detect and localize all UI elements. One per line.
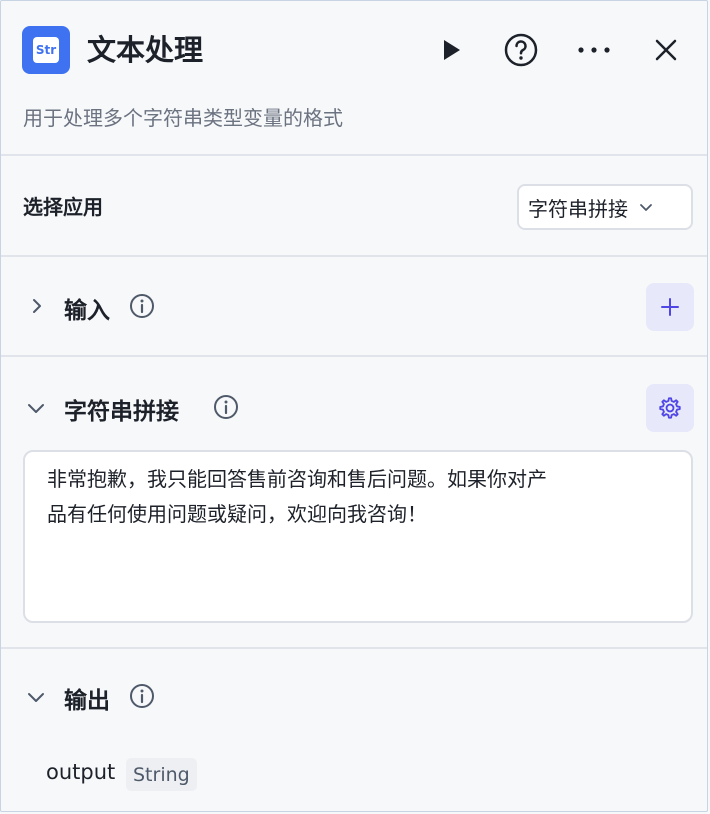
chevron-down-icon[interactable] — [24, 685, 48, 709]
close-icon — [655, 39, 677, 61]
more-button[interactable] — [574, 30, 614, 70]
app-icon-label: Str — [33, 37, 59, 63]
divider — [1, 647, 707, 649]
text-processing-panel: Str 文本处理 用于处理多个字符串类型变量的格式 选择应用 字符串拼接 输入 … — [0, 0, 708, 812]
play-icon — [444, 40, 460, 60]
divider — [1, 255, 707, 257]
input-section-title: 输入 — [64, 298, 110, 324]
plus-icon — [661, 298, 679, 316]
output-type-badge: String — [126, 758, 197, 791]
output-section-title: 输出 — [64, 688, 110, 714]
page-title: 文本处理 — [87, 33, 204, 67]
info-icon[interactable] — [213, 394, 239, 420]
concat-text-line: 品有任何使用问题或疑问，欢迎向我咨询！ — [47, 502, 427, 526]
run-button[interactable] — [431, 30, 471, 70]
divider — [1, 355, 707, 357]
info-icon[interactable] — [129, 293, 155, 319]
divider — [1, 154, 707, 156]
help-button[interactable] — [501, 30, 541, 70]
chevron-down-icon — [638, 199, 654, 215]
close-button[interactable] — [646, 30, 686, 70]
concat-section-title: 字符串拼接 — [64, 399, 179, 425]
chevron-right-icon[interactable] — [25, 294, 49, 318]
select-app-label: 选择应用 — [23, 195, 103, 219]
app-select-value: 字符串拼接 — [528, 196, 628, 221]
panel-header: Str 文本处理 — [1, 1, 707, 97]
add-input-button[interactable] — [646, 283, 694, 331]
more-icon — [578, 47, 610, 53]
app-select[interactable]: 字符串拼接 — [517, 184, 693, 230]
panel-description: 用于处理多个字符串类型变量的格式 — [23, 106, 343, 130]
concat-settings-button[interactable] — [646, 384, 694, 432]
app-icon: Str — [22, 26, 70, 74]
concat-text-line: 非常抱歉，我只能回答售前咨询和售后问题。如果你对产 — [47, 467, 547, 491]
output-variable-name: output — [46, 760, 116, 784]
help-icon — [504, 33, 538, 67]
chevron-down-icon[interactable] — [24, 396, 48, 420]
info-icon[interactable] — [129, 683, 155, 709]
gear-icon — [659, 397, 681, 419]
concat-text-area[interactable]: 非常抱歉，我只能回答售前咨询和售后问题。如果你对产 品有任何使用问题或疑问，欢迎… — [23, 450, 693, 623]
